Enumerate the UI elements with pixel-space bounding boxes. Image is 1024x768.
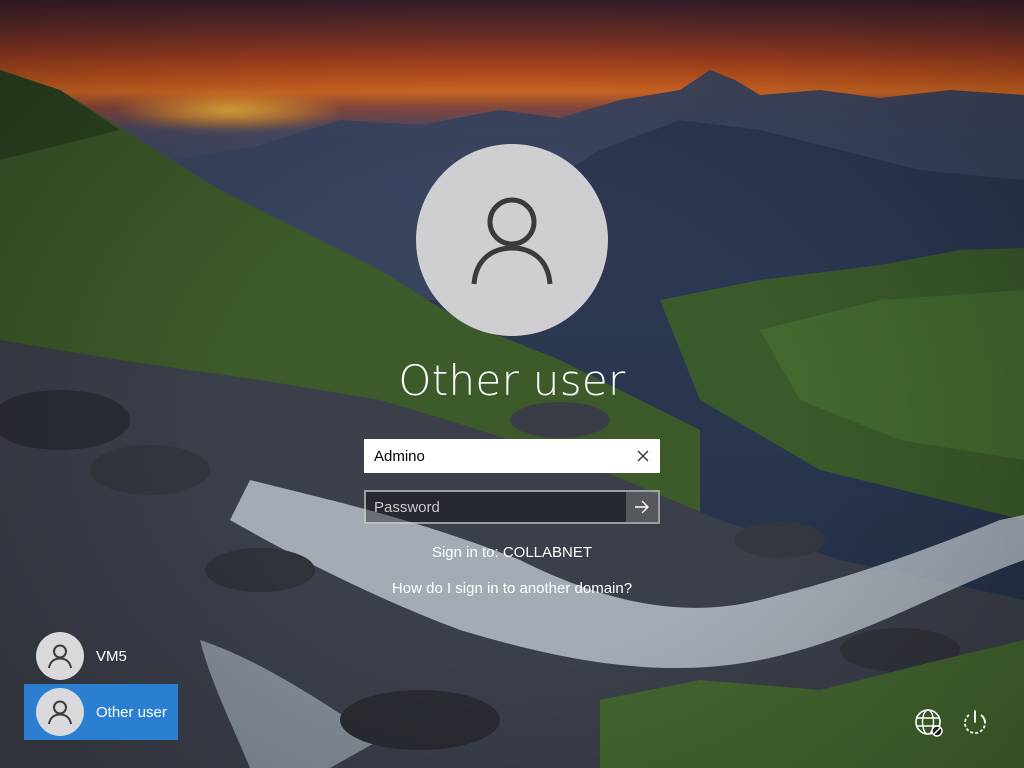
user-display-name: Other user (398, 356, 626, 405)
avatar (36, 632, 84, 680)
arrow-right-icon (635, 500, 649, 514)
password-field[interactable] (364, 490, 660, 524)
user-tile-vm5[interactable]: VM5 (24, 628, 178, 684)
person-icon (48, 644, 72, 669)
username-input[interactable] (366, 441, 628, 471)
close-icon (637, 450, 649, 462)
person-icon (471, 197, 553, 285)
user-tile-other-user[interactable]: Other user (24, 684, 178, 740)
username-field[interactable] (364, 439, 660, 473)
avatar (36, 688, 84, 736)
network-button[interactable] (912, 706, 946, 740)
user-avatar (416, 144, 608, 336)
user-tile-label: Other user (96, 703, 167, 721)
submit-button[interactable] (626, 492, 658, 522)
user-tile-label: VM5 (96, 647, 127, 665)
person-icon (48, 700, 72, 725)
other-domain-help-link[interactable]: How do I sign in to another domain? (312, 580, 712, 597)
network-globe-icon (915, 709, 943, 737)
power-button[interactable] (958, 706, 992, 740)
clear-username-button[interactable] (628, 441, 658, 471)
power-icon (964, 710, 986, 734)
password-input[interactable] (366, 492, 626, 522)
sign-in-domain-text: Sign in to: COLLABNET (431, 544, 593, 561)
